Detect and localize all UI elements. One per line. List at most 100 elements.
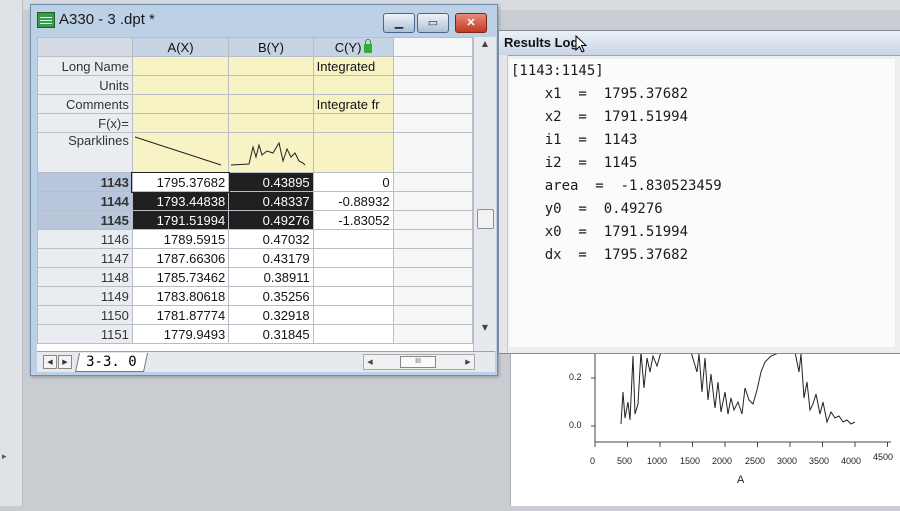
worksheet-titlebar[interactable]: A330 - 3 .dpt * ▁ ▭ ✕ [31,5,497,37]
empty-cell [392,172,473,192]
data-cell[interactable]: 1783.80618 [131,286,230,306]
scroll-down-icon[interactable]: ▼ [474,323,496,339]
data-cell[interactable]: 0.32918 [228,305,314,325]
worksheet-window: A330 - 3 .dpt * ▁ ▭ ✕ A(X) B(Y) C(Y) Lon… [30,4,498,376]
data-cell[interactable] [312,324,394,344]
data-cell[interactable]: 0.43895 [228,172,314,192]
empty-cell [392,75,473,95]
data-cell[interactable]: -0.88932 [312,191,394,211]
log-line: i2 = 1145 [511,155,638,171]
meta-cell[interactable] [312,75,394,95]
graph-y-tick-label: 0.2 [569,372,582,382]
sparkline-a-chart [134,136,221,166]
scroll-right-icon[interactable]: ▶ [462,355,474,369]
hscroll-thumb[interactable]: III [400,356,436,368]
meta-cell[interactable] [131,75,230,95]
results-log-scrollbar[interactable] [499,55,508,353]
data-cell[interactable] [312,305,394,325]
scroll-left-icon[interactable]: ◀ [364,355,376,369]
panel-arrow-icon[interactable]: ▸ [2,452,7,462]
empty-cell [392,132,473,173]
row-header[interactable]: 1150 [37,305,133,325]
meta-cell[interactable] [228,113,314,133]
graph-x-tick-label: 1500 [680,456,701,466]
lock-icon[interactable] [363,38,372,53]
meta-cell[interactable] [131,94,230,114]
graph-x-tick-label: 1000 [647,456,668,466]
data-cell[interactable]: 0 [312,172,394,192]
results-log-titlebar[interactable]: Results Log [499,31,900,56]
column-header-c-label: C(Y) [334,39,362,55]
mouse-cursor-icon [575,35,588,53]
meta-cell[interactable] [228,94,314,114]
meta-cell[interactable]: Integrated [312,56,394,76]
empty-cell [392,94,473,114]
sparkline-b[interactable] [228,132,314,173]
row-header[interactable]: 1151 [37,324,133,344]
sheet-prev-icon[interactable]: ◀ [43,355,57,369]
data-cell[interactable] [312,286,394,306]
graph-x-tick-label: 0 [590,456,596,466]
row-header[interactable]: 1143 [37,172,133,192]
data-cell[interactable]: 0.38911 [228,267,314,287]
log-line: x2 = 1791.51994 [511,109,689,125]
row-header[interactable]: 1146 [37,229,133,249]
graph-x-tick-label: 2500 [745,456,766,466]
minimize-button[interactable]: ▁ [383,13,415,33]
worksheet-vertical-scrollbar[interactable]: ▲ ▼ [473,37,496,351]
log-line: area = -1.830523459 [511,178,722,194]
graph-window[interactable]: 0.2 0.0 0 500 1000 1500 2000 2500 3000 3… [510,351,900,506]
data-cell[interactable]: 1781.87774 [131,305,230,325]
data-cell[interactable]: 1795.37682 [131,171,230,193]
meta-label-long-name: Long Name [37,56,133,76]
meta-cell[interactable]: Integrate fr [312,94,394,114]
data-cell[interactable]: 1779.9493 [131,324,230,344]
data-cell[interactable]: 0.35256 [228,286,314,306]
meta-label-sparklines: Sparklines [37,132,133,173]
row-header[interactable]: 1145 [37,210,133,230]
data-cell[interactable] [312,229,394,249]
meta-cell[interactable] [228,56,314,76]
data-cell[interactable]: 0.49276 [228,210,314,230]
row-header[interactable]: 1144 [37,191,133,211]
sparkline-c[interactable] [312,132,394,173]
meta-cell[interactable] [312,113,394,133]
data-cell[interactable]: -1.83052 [312,210,394,230]
data-cell[interactable]: 1789.5915 [131,229,230,249]
empty-cell [392,210,473,230]
data-cell[interactable]: 0.31845 [228,324,314,344]
sheet-tab-label: 3-3. 0 [86,354,137,370]
column-header-b[interactable]: B(Y) [228,37,314,57]
sparkline-a[interactable] [131,132,230,173]
results-log-title: Results Log [504,35,579,50]
row-header[interactable]: 1148 [37,267,133,287]
data-cell[interactable]: 0.48337 [228,191,314,211]
data-cell[interactable]: 1793.44838 [131,191,230,211]
empty-cell [392,286,473,306]
data-cell[interactable]: 1787.66306 [131,248,230,268]
data-cell[interactable]: 0.43179 [228,248,314,268]
grid-corner[interactable] [37,37,133,57]
column-header-c[interactable]: C(Y) [312,37,394,57]
row-header[interactable]: 1147 [37,248,133,268]
scroll-thumb[interactable] [477,209,494,229]
data-cell[interactable]: 1791.51994 [131,210,230,230]
restore-button[interactable]: ▭ [417,13,449,33]
close-button[interactable]: ✕ [455,13,487,33]
data-cell[interactable]: 0.47032 [228,229,314,249]
column-header-a[interactable]: A(X) [131,37,230,57]
sheet-tab[interactable]: 3-3. 0 [74,353,148,372]
data-cell[interactable]: 1785.73462 [131,267,230,287]
meta-cell[interactable] [131,113,230,133]
data-cell[interactable] [312,267,394,287]
graph-x-ticks [594,442,888,447]
row-header[interactable]: 1149 [37,286,133,306]
sheet-next-icon[interactable]: ▶ [58,355,72,369]
scroll-up-icon[interactable]: ▲ [474,39,496,55]
graph-x-tick-label: 3500 [809,456,830,466]
data-cell[interactable] [312,248,394,268]
sparkline-b-chart [231,141,306,166]
meta-cell[interactable] [228,75,314,95]
worksheet-horizontal-scrollbar[interactable]: ◀ III ▶ [363,354,475,370]
meta-cell[interactable] [131,56,230,76]
